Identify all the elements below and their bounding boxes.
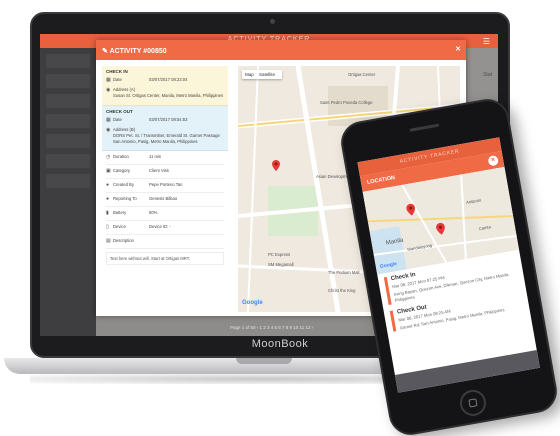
- map-label: Christ the King: [328, 288, 356, 293]
- detail-label: Reporting To: [113, 196, 137, 202]
- detail-label: Category: [113, 168, 130, 174]
- check-in-title: CHECK IN: [106, 69, 128, 74]
- check-out-date-value: 03/07/2017 08:54:53: [149, 116, 188, 122]
- map-tab[interactable]: Map: [245, 72, 254, 77]
- note-icon: ▤: [106, 238, 111, 245]
- check-in-date-value: 03/07/2017 08:23:04: [149, 77, 188, 82]
- detail-value: Device ID: -: [149, 224, 171, 230]
- pagination[interactable]: Page 1 of 50 ‹ 1 2 3 4 5 6 7 8 9 10 11 1…: [230, 325, 313, 330]
- map-label: PC Express: [268, 252, 291, 257]
- map-type-tabs: Map Satellite: [242, 70, 283, 79]
- home-icon: [468, 398, 478, 408]
- check-in-pin-icon[interactable]: [406, 203, 417, 216]
- detail-row-created-by: ● Created By Pepe Porteno Tan: [106, 182, 224, 194]
- phone-speaker: [409, 123, 440, 132]
- location-pin-icon: ◉: [106, 126, 111, 133]
- check-in-date-label: Date: [113, 77, 122, 82]
- detail-value: 11 min: [149, 154, 162, 160]
- edit-icon: ✎: [102, 48, 110, 55]
- phone-screen: ACTIVITY TRACKER LOCATION × Antipolo Man…: [357, 137, 540, 393]
- detail-row-duration: ◷ Duration 11 min: [106, 154, 224, 166]
- check-in-address-row: ◉ Address (A) Susan St. Ortigas Center, …: [106, 87, 224, 99]
- detail-value: Genesis Bilbao: [149, 196, 178, 202]
- base-notch: [236, 358, 292, 364]
- phone-icon: ▯: [106, 224, 109, 231]
- detail-row-reporting-to: ● Reporting To Genesis Bilbao: [106, 196, 224, 208]
- home-button[interactable]: [457, 387, 489, 418]
- calendar-icon: ▦: [106, 77, 111, 83]
- detail-value: 50%: [149, 210, 158, 216]
- check-out-address-label: Address (B): [113, 126, 136, 132]
- phone-header-title: LOCATION: [366, 175, 396, 186]
- check-in-address-value: Susan St. Ortigas Center, Manila, Metro …: [113, 92, 224, 98]
- location-pin-icon: ◉: [106, 87, 111, 93]
- check-out-section: CHECK OUT ▦ Date 03/07/2017 08:54:53 ◉ A…: [102, 105, 228, 152]
- clock-icon: ◷: [106, 154, 111, 161]
- check-in-address: Address (A) Susan St. Ortigas Center, Ma…: [113, 87, 224, 99]
- modal-title: ACTIVITY #00850: [109, 48, 167, 55]
- detail-row-category: ▣ Category Client Visit: [106, 168, 224, 180]
- check-in-address-label: Address (A): [113, 87, 136, 92]
- check-in-date-row: ▦ Date 03/07/2017 08:23:04: [106, 77, 224, 84]
- camera-icon: [270, 19, 275, 24]
- device-mockup: ACTIVITY TRACKER ☰ Stat Page 1 of 50 ‹ 1…: [0, 0, 560, 436]
- accent-bar: [389, 310, 397, 333]
- description-text: Text here without will. Start at Ortigas…: [106, 252, 224, 266]
- google-logo: Google: [242, 300, 263, 306]
- smartphone: ACTIVITY TRACKER LOCATION × Antipolo Man…: [337, 95, 560, 436]
- map-label: Ortigas Center: [348, 72, 376, 77]
- battery-icon: ▮: [106, 210, 109, 217]
- check-out-address-value: DORS Pet. St. / Transmitter, Emerald St.…: [113, 132, 220, 144]
- check-in-section: CHECK IN ▦ Date 03/07/2017 08:23:04 ◉ Ad…: [102, 66, 228, 106]
- close-icon[interactable]: ✕: [455, 45, 461, 53]
- calendar-icon: ▦: [106, 116, 111, 123]
- map-label: The Podium Mall: [328, 270, 360, 275]
- detail-label: Device: [113, 224, 126, 230]
- user-icon: ●: [106, 182, 110, 189]
- map-label: SM Megamall: [268, 262, 294, 267]
- activity-details-panel: CHECK IN ▦ Date 03/07/2017 08:23:04 ◉ Ad…: [102, 66, 228, 268]
- detail-value: Pepe Porteno Tan: [149, 182, 183, 188]
- location-pin-icon[interactable]: [272, 160, 280, 171]
- check-out-address-row: ◉ Address (B) DORS Pet. St. / Transmitte…: [106, 127, 224, 145]
- check-out-date-row: ▦ Date 03/07/2017 08:54:53: [106, 117, 224, 124]
- detail-label: Duration: [113, 154, 129, 160]
- hamburger-icon[interactable]: ☰: [483, 37, 490, 46]
- accent-bar: [383, 277, 392, 305]
- detail-label: Battery: [113, 210, 127, 216]
- check-out-date-label: Date: [113, 116, 122, 122]
- detail-row-device: ▯ Device Device ID: -: [106, 224, 224, 236]
- close-icon[interactable]: ×: [487, 154, 500, 167]
- check-out-title: CHECK OUT: [106, 108, 133, 114]
- detail-label: Description: [113, 238, 134, 244]
- detail-row-battery: ▮ Battery 50%: [106, 210, 224, 222]
- satellite-tab[interactable]: Satellite: [259, 72, 275, 77]
- check-out-address: Address (B) DORS Pet. St. / Transmitter,…: [113, 127, 224, 145]
- detail-label: Created By: [113, 182, 134, 188]
- modal-header: ✎ ACTIVITY #00850 ✕: [96, 40, 466, 60]
- detail-value: Client Visit: [149, 168, 169, 174]
- map-label: Saint Pedro Poveda College: [320, 100, 373, 105]
- detail-row-description: ▤ Description: [106, 238, 224, 250]
- phone-bottom-bar: [394, 350, 540, 393]
- detail-list: ◷ Duration 11 min ▣ Category Client Visi…: [102, 154, 228, 250]
- tag-icon: ▣: [106, 168, 111, 175]
- check-out-pin-icon[interactable]: [435, 222, 446, 235]
- user-icon: ●: [106, 196, 110, 203]
